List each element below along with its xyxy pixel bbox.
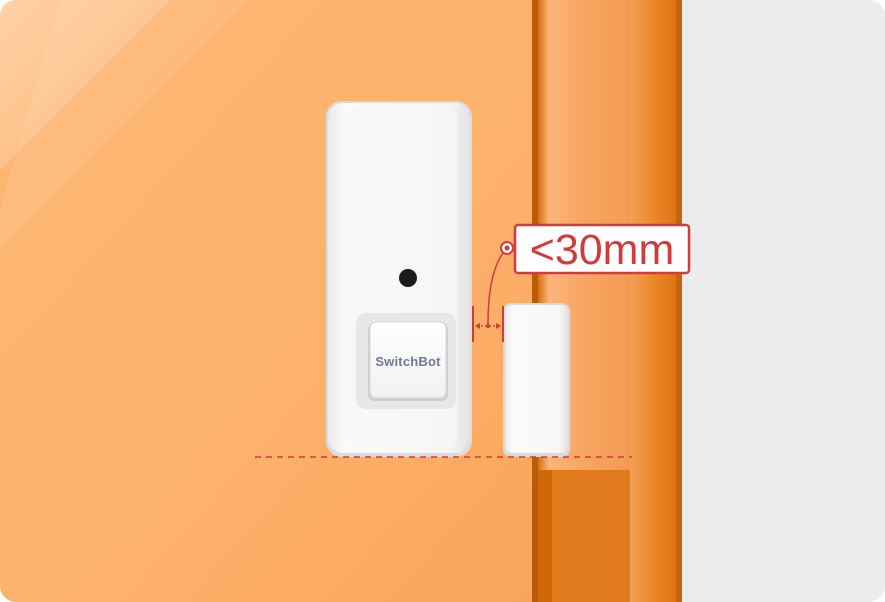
door-frame-shadow (538, 470, 552, 602)
gap-annotation-text: <30mm (530, 226, 675, 274)
magnet-unit (503, 303, 570, 457)
sensor-indicator-light (399, 269, 417, 287)
gap-annotation-callout: <30mm (513, 223, 691, 275)
door-edge (532, 0, 538, 602)
brand-label: SwitchBot (375, 354, 441, 369)
frame-post (630, 0, 680, 602)
illustration-canvas: SwitchBot <30mm (0, 0, 885, 602)
contact-sensor-main-unit: SwitchBot (326, 101, 472, 457)
installation-illustration: SwitchBot <30mm (0, 0, 885, 602)
frame-post-edge (676, 0, 682, 602)
wall-surface (680, 0, 885, 602)
